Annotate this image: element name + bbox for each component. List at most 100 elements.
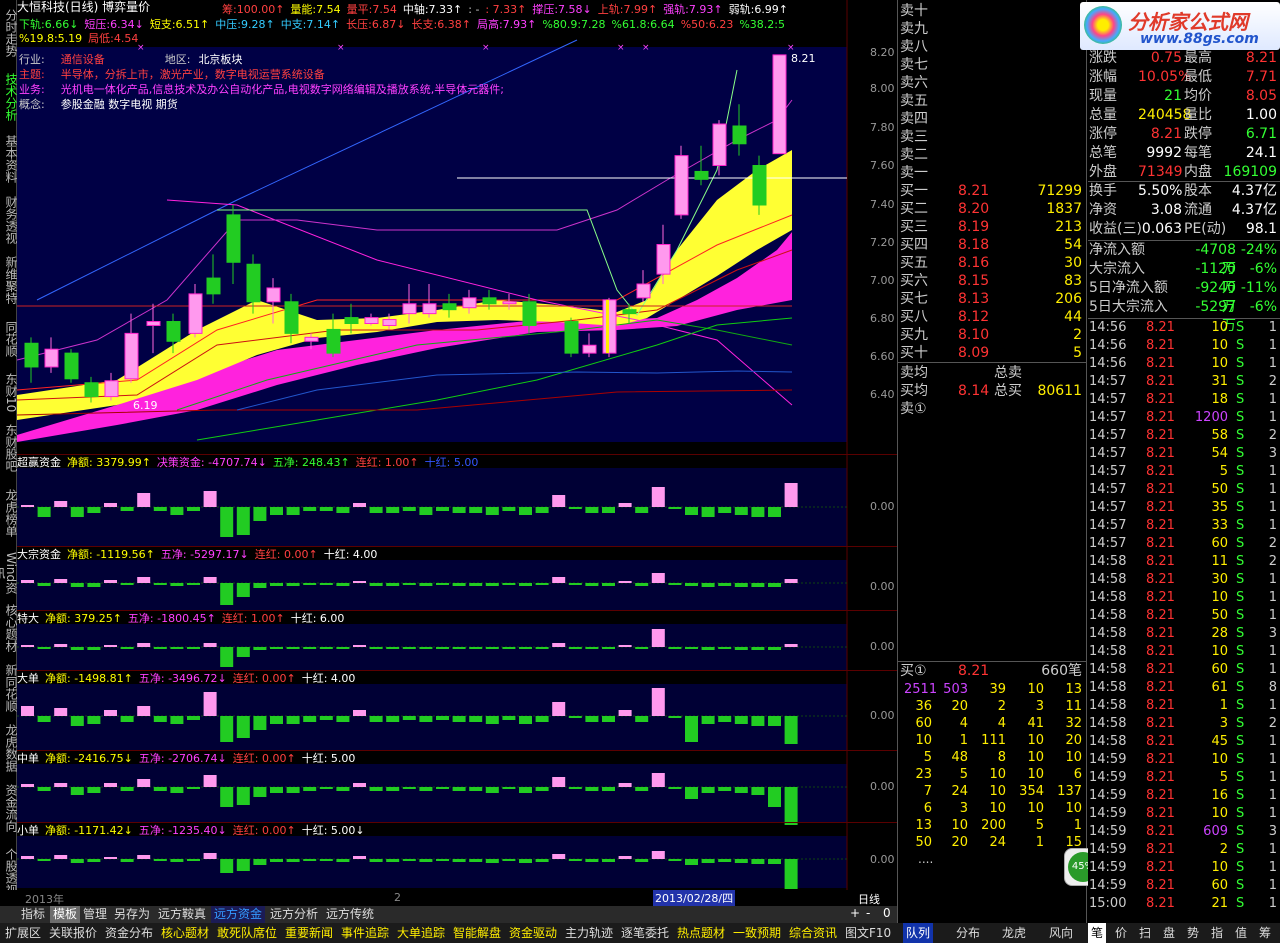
queue-cell: 13	[1065, 682, 1082, 697]
right-tab-7[interactable]: 盘	[1160, 923, 1178, 943]
indicator-tab-2[interactable]: 管理	[80, 906, 110, 923]
indicator-tab-4[interactable]: 远方鞍真	[155, 906, 209, 923]
zoom-in-button[interactable]: +	[850, 906, 860, 920]
left-tab-13[interactable]: 资金流向	[0, 780, 18, 836]
period-label[interactable]: 日线	[858, 891, 880, 907]
indicator-tab-6[interactable]: 远方分析	[267, 906, 321, 923]
flow-bar	[502, 583, 516, 585]
flow-row: 5日净流入额 -9240万 -11%	[1088, 279, 1280, 315]
right-tab-8[interactable]: 势	[1184, 923, 1202, 943]
left-tab-0[interactable]: 分时走势	[0, 2, 18, 63]
right-tab-5[interactable]: 价	[1112, 923, 1130, 943]
sell-row: 卖三	[898, 128, 1086, 146]
left-tab-10[interactable]: 核心题材	[0, 600, 18, 656]
extension-tab-9[interactable]: 资金驱动	[506, 923, 560, 943]
flow-bar	[552, 577, 566, 583]
right-tab-11[interactable]: 筹	[1256, 923, 1274, 943]
left-tab-6[interactable]: 东财10	[0, 370, 18, 416]
right-tab-3[interactable]: 风向	[1046, 923, 1076, 943]
candle-body	[266, 287, 281, 303]
left-tab-8[interactable]: 龙虎榜单	[0, 480, 18, 546]
mid-label: 2	[394, 891, 401, 904]
flow-bar	[402, 716, 416, 720]
tick-price: 8.21	[1146, 752, 1175, 767]
top-marker: ×	[617, 43, 625, 53]
tick-count: 1	[1268, 860, 1277, 875]
right-tab-1[interactable]: 分布	[953, 923, 983, 943]
tick-price: 8.21	[1146, 554, 1175, 569]
flow-bar	[751, 583, 765, 587]
right-tab-4[interactable]: 笔	[1088, 923, 1107, 943]
extension-tab-7[interactable]: 大单追踪	[394, 923, 448, 943]
quote-label: 均价	[1184, 88, 1212, 104]
buy1-queue-header: 买① 8.21 660笔	[898, 662, 1086, 680]
left-tab-3[interactable]: 财务透视	[0, 192, 18, 248]
buy-label: 买九	[900, 327, 928, 343]
flow-bar	[220, 507, 234, 537]
tick-time: 14:58	[1089, 734, 1127, 749]
tick-volume: 60	[1211, 536, 1228, 551]
flow-row: 5日大宗流入 -5297万 -6%	[1088, 298, 1280, 334]
left-tab-5[interactable]: 同花顺	[0, 312, 18, 366]
panel-title-3: 大单 净额: -1498.81↑ 五净: -3496.72↓ 连红: 0.00↑ 十红:…	[17, 672, 847, 686]
flow-bar	[270, 647, 283, 649]
extension-tab-15[interactable]: 图文F10	[842, 923, 894, 943]
extension-tab-14[interactable]: 综合资讯	[786, 923, 840, 943]
extension-tab-6[interactable]: 事件追踪	[338, 923, 392, 943]
quote-label: 换手	[1089, 183, 1117, 199]
kline-chart-area[interactable]: × × × × × × 行业: 通信设备 地区: 北京板块 主题: 半导体，分拆上市，激光产业，数…	[17, 0, 897, 905]
left-tab-7[interactable]: 东财股吧	[0, 420, 18, 476]
zoom-out-button[interactable]: -	[866, 906, 870, 920]
extension-tab-5[interactable]: 重要新闻	[282, 923, 336, 943]
extension-tab-0[interactable]: 扩展区	[2, 923, 44, 943]
flow-bar	[153, 787, 167, 791]
flow-bar	[751, 787, 765, 795]
left-tab-2[interactable]: 基本资料	[0, 130, 18, 188]
quote-row: 涨停 8.21 跌停 6.71	[1088, 125, 1280, 144]
panel-title-0: 超赢资金 净额: 3379.99↑ 决策资金: -4707.74↓ 五净: 248.4…	[17, 456, 847, 470]
flow-bar	[286, 787, 300, 793]
queue-cell: 3	[1035, 699, 1044, 714]
extension-tab-11[interactable]: 逐笔委托	[618, 923, 672, 943]
flow-bar	[452, 716, 466, 722]
flow-bar	[485, 647, 499, 649]
extension-tab-12[interactable]: 热点题材	[674, 923, 728, 943]
extension-tab-3[interactable]: 核心题材	[158, 923, 212, 943]
right-tab-0[interactable]: 队列	[903, 923, 934, 943]
extension-tab-10[interactable]: 主力轨迹	[562, 923, 616, 943]
tick-price: 8.21	[1146, 662, 1175, 677]
left-tab-4[interactable]: 新维聚特	[0, 252, 18, 308]
left-tab-9[interactable]: Wind资讯	[0, 550, 18, 596]
indicator-tab-0[interactable]: 指标	[18, 906, 48, 923]
flow-bar	[651, 851, 665, 859]
left-tab-11[interactable]: 新同花顺	[0, 660, 18, 716]
right-tab-9[interactable]: 指	[1208, 923, 1226, 943]
flow-bar	[718, 716, 732, 722]
buy-volume: 44	[1064, 309, 1082, 325]
queue-cell: 10	[1027, 682, 1044, 697]
tick-volume: 3	[1219, 716, 1228, 731]
tick-price: 8.21	[1146, 536, 1175, 551]
panel-title-5: 小单 净额: -1171.42↓ 五净: -1235.40↓ 连红: 0.00↑ 十红:…	[17, 824, 847, 838]
indicator-tab-5[interactable]: 远方资金	[211, 906, 266, 923]
flow-bar	[535, 859, 549, 862]
indicator-tab-3[interactable]: 另存为	[111, 906, 153, 923]
left-tab-1[interactable]: 技术分析	[0, 67, 18, 126]
quote-value: 1.00	[1245, 107, 1277, 123]
extension-tab-13[interactable]: 一致预期	[730, 923, 784, 943]
right-tab-10[interactable]: 值	[1232, 923, 1250, 943]
left-tab-12[interactable]: 龙虎数据	[0, 720, 18, 776]
indicator-tab-1[interactable]: 模板	[50, 906, 81, 923]
extension-tab-2[interactable]: 资金分布	[102, 923, 156, 943]
extension-tab-1[interactable]: 关联报价	[46, 923, 100, 943]
extension-tab-8[interactable]: 智能解盘	[450, 923, 504, 943]
tick-row: 14:58 8.21 28 S 3	[1088, 625, 1280, 643]
buy-price: 8.20	[958, 201, 990, 217]
buy-label: 买六	[900, 273, 928, 289]
zoom-reset-button[interactable]: 0	[883, 906, 891, 920]
right-tab-2[interactable]: 龙虎	[999, 923, 1029, 943]
indicator-tab-7[interactable]: 远方传统	[323, 906, 377, 923]
extension-tab-4[interactable]: 敢死队席位	[214, 923, 280, 943]
flow-bar	[535, 647, 549, 649]
right-tab-6[interactable]: 扫	[1136, 923, 1154, 943]
